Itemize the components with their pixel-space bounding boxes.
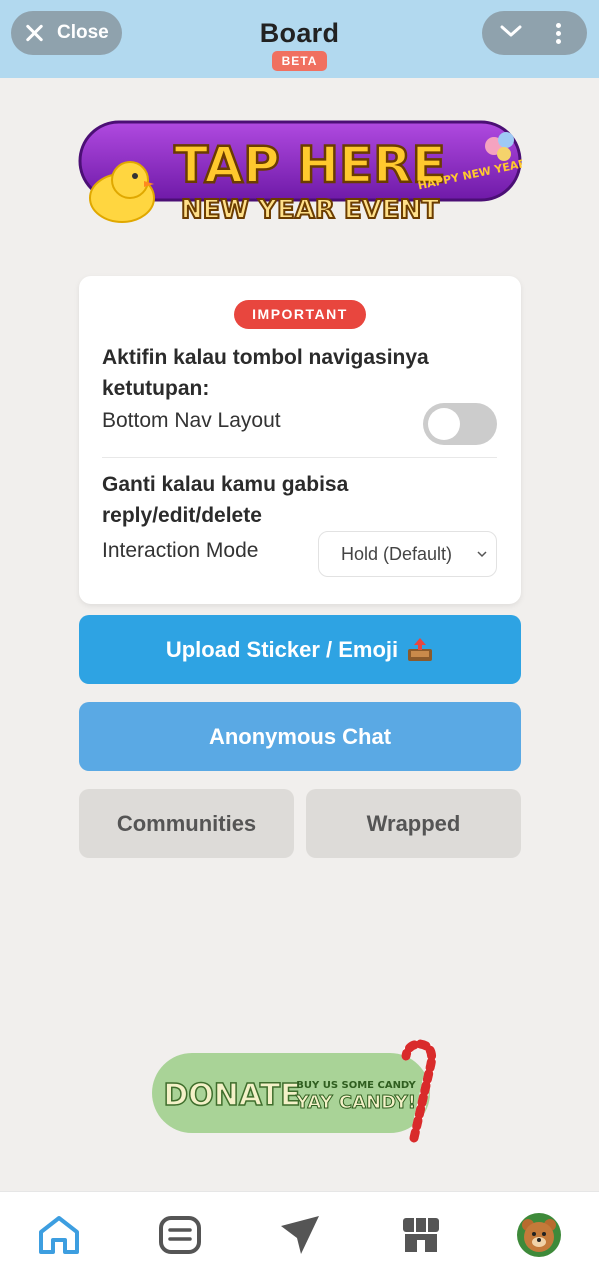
send-icon[interactable] bbox=[277, 1212, 323, 1258]
interaction-mode-question: Ganti kalau kamu gabisa reply/edit/delet… bbox=[102, 473, 349, 527]
store-icon[interactable] bbox=[398, 1212, 444, 1258]
banner-line2: NEW YEAR EVENT bbox=[181, 195, 439, 225]
more-options-icon[interactable] bbox=[556, 23, 562, 45]
donate-sub1: BUY US SOME CANDY bbox=[296, 1080, 416, 1091]
chevron-down-icon[interactable] bbox=[500, 23, 522, 39]
upload-sticker-button[interactable]: Upload Sticker / Emoji bbox=[79, 615, 521, 684]
interaction-mode-value: Hold (Default) bbox=[341, 544, 453, 564]
divider bbox=[102, 457, 497, 458]
anonymous-chat-label: Anonymous Chat bbox=[208, 723, 392, 749]
chevron-down-icon bbox=[477, 551, 487, 558]
interaction-mode-select[interactable]: Hold (Default) bbox=[318, 531, 497, 577]
upload-sticker-label: Upload Sticker / Emoji bbox=[165, 636, 399, 662]
home-icon[interactable] bbox=[36, 1212, 82, 1258]
bottom-nav bbox=[0, 1191, 599, 1280]
donate-label: DONATE bbox=[163, 1078, 300, 1113]
wrapped-label: Wrapped bbox=[366, 810, 461, 836]
communities-label: Communities bbox=[116, 810, 257, 836]
nav-layout-question: Aktifin kalau tombol navigasinya ketutup… bbox=[102, 346, 429, 400]
banner-line1: TAP HERE bbox=[174, 136, 446, 194]
bottom-nav-layout-toggle[interactable] bbox=[423, 403, 497, 445]
interaction-mode-label: Interaction Mode bbox=[102, 539, 259, 562]
settings-card: IMPORTANT Aktifin kalau tombol navigasin… bbox=[79, 276, 521, 604]
page-title: Board bbox=[259, 18, 340, 48]
new-year-event-banner[interactable]: TAP HERE NEW YEAR EVENT HAPPY NEW YEAR bbox=[78, 118, 522, 228]
donate-sub2: YAY CANDY! bbox=[295, 1092, 416, 1113]
communities-button[interactable]: Communities bbox=[79, 789, 294, 858]
toggle-knob bbox=[428, 408, 460, 440]
anonymous-chat-button[interactable]: Anonymous Chat bbox=[79, 702, 521, 771]
important-badge: IMPORTANT bbox=[234, 300, 366, 329]
wrapped-button[interactable]: Wrapped bbox=[306, 789, 521, 858]
outbox-tray-icon bbox=[408, 637, 433, 661]
top-bar: Close Board BETA bbox=[0, 0, 599, 78]
beta-badge: BETA bbox=[272, 51, 327, 71]
chat-list-icon[interactable] bbox=[157, 1212, 203, 1258]
bottom-nav-layout-label: Bottom Nav Layout bbox=[102, 409, 281, 432]
profile-avatar[interactable] bbox=[516, 1212, 562, 1258]
donate-button[interactable]: DONATE BUY US SOME CANDY YAY CANDY! bbox=[150, 1038, 450, 1148]
window-controls bbox=[482, 11, 587, 55]
